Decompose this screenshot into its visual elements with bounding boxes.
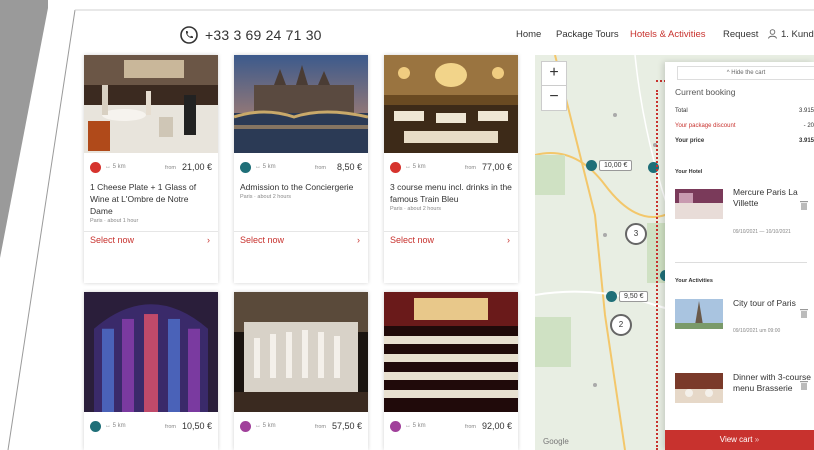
view-cart-label: View cart [719, 435, 753, 444]
distance: ↔ 5 km [105, 164, 126, 170]
discount-value: - 20 [803, 123, 814, 129]
category-dot [390, 421, 401, 432]
map-marker[interactable] [606, 291, 617, 302]
map-price-tag[interactable]: 10,00 € [599, 160, 633, 171]
price: 77,00 € [481, 162, 512, 172]
user-icon [768, 29, 777, 39]
show-photo [234, 292, 368, 412]
activity-card[interactable]: ↔ 5 km from 77,00 € 3 course menu incl. … [384, 55, 518, 283]
hotel-section-title: Your Hotel [675, 169, 703, 175]
train-bleu-photo [384, 55, 518, 153]
from-label: from [315, 165, 326, 171]
price-value: 3.915 [798, 138, 814, 144]
select-now-link[interactable]: Select now [90, 235, 134, 245]
trash-icon[interactable] [800, 308, 808, 318]
activity-card[interactable]: ↔ 5 km from 57,50 € [234, 292, 368, 450]
activity-card[interactable]: ↔ 5 km from 21,00 € 1 Cheese Plate + 1 G… [84, 55, 218, 283]
chevron-right-icon[interactable]: › [357, 235, 360, 245]
activities-section-title: Your Activities [675, 278, 713, 284]
nav-package-tours[interactable]: Package Tours [556, 29, 619, 40]
price: 21,00 € [181, 162, 212, 172]
view-cart-button[interactable]: View cart » [665, 430, 814, 450]
select-now-link[interactable]: Select now [390, 235, 434, 245]
phone-icon [180, 26, 198, 44]
card-subtitle: Paris · about 2 hours [390, 206, 442, 212]
category-dot [390, 162, 401, 173]
card-subtitle: Paris · about 1 hour [90, 218, 139, 224]
hotel-dates: 09/10/2021 — 10/10/2021 [733, 229, 791, 235]
map-price-tag[interactable]: 9,50 € [619, 291, 649, 302]
distance: ↔ 5 km [405, 423, 426, 429]
divider [234, 231, 368, 232]
discount-label: Your package discount [675, 123, 736, 129]
trash-icon[interactable] [800, 200, 808, 210]
price: 92,00 € [481, 421, 512, 431]
activity-card[interactable]: ↔ 5 km from 8,50 € Admission to the Conc… [234, 55, 368, 283]
dinner-photo [675, 373, 723, 403]
card-title[interactable]: Admission to the Conciergerie [240, 181, 362, 193]
price: 57,50 € [331, 421, 362, 431]
nav-home[interactable]: Home [516, 29, 541, 40]
nav-user[interactable]: 1. Kund [781, 29, 814, 40]
chevron-right-icon[interactable]: › [207, 235, 210, 245]
zoom-in-button[interactable]: + [541, 61, 567, 87]
card-subtitle: Paris · about 2 hours [240, 194, 292, 200]
double-chevron-right-icon: » [754, 435, 760, 444]
map-cluster[interactable]: 2 [610, 314, 632, 336]
nav-request[interactable]: Request [723, 29, 758, 40]
distance: ↔ 5 km [105, 423, 126, 429]
chevron-right-icon[interactable]: › [507, 235, 510, 245]
divider [675, 262, 807, 263]
from-label: from [465, 165, 476, 171]
total-value: 3.915 [798, 108, 814, 114]
category-dot [90, 421, 101, 432]
category-dot [240, 162, 251, 173]
cart-title: Current booking [675, 87, 736, 97]
from-label: from [165, 424, 176, 430]
divider [84, 231, 218, 232]
price: 8,50 € [336, 162, 362, 172]
google-logo: Google [543, 437, 569, 446]
card-title[interactable]: 3 course menu incl. drinks in the famous… [390, 181, 512, 205]
from-label: from [165, 165, 176, 171]
price: 10,50 € [181, 421, 212, 431]
from-label: from [315, 424, 326, 430]
card-title[interactable]: 1 Cheese Plate + 1 Glass of Wine at L'Om… [90, 181, 212, 217]
conciergerie-photo [234, 55, 368, 153]
total-label: Total [675, 108, 688, 114]
map-cluster[interactable]: 3 [625, 223, 647, 245]
activity-card[interactable]: ↔ 5 km from 92,00 € [384, 292, 518, 450]
trash-icon[interactable] [800, 380, 808, 390]
cart-panel: ^ Hide the cart Current booking Total 3.… [665, 62, 814, 450]
distance: ↔ 5 km [405, 164, 426, 170]
category-dot [240, 421, 251, 432]
highlight-dotted-border [656, 90, 658, 450]
eiffel-tower-photo [675, 299, 723, 329]
sainte-chapelle-photo [84, 292, 218, 412]
category-dot [90, 162, 101, 173]
restaurant-photo [84, 55, 218, 153]
cabaret-photo [384, 292, 518, 412]
price-label: Your price [675, 138, 705, 144]
zoom-out-button[interactable]: − [541, 85, 567, 111]
divider [384, 231, 518, 232]
distance: ↔ 5 km [255, 164, 276, 170]
activity-name: City tour of Paris [733, 298, 796, 308]
phone-number[interactable]: +33 3 69 24 71 30 [205, 27, 322, 43]
from-label: from [465, 424, 476, 430]
activity-card[interactable]: ↔ 5 km from 10,50 € [84, 292, 218, 450]
map-marker[interactable] [586, 160, 597, 171]
activity-date: 09/10/2021 um 09:00 [733, 328, 781, 334]
hotel-photo [675, 189, 723, 219]
distance: ↔ 5 km [255, 423, 276, 429]
hide-cart-button[interactable]: ^ Hide the cart [677, 66, 814, 80]
select-now-link[interactable]: Select now [240, 235, 284, 245]
nav-hotels-activities[interactable]: Hotels & Activities [630, 29, 706, 40]
